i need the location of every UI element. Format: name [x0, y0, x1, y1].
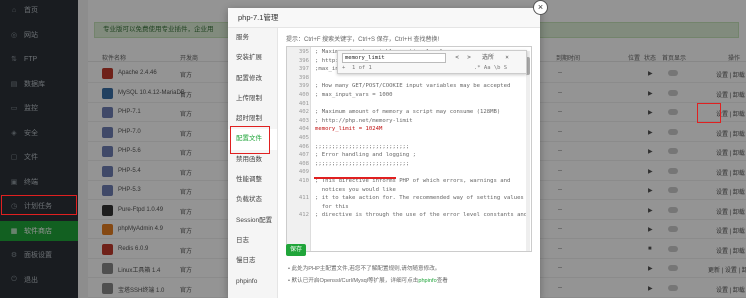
- line-gutter: 395 396 397 398 399 400 401 402 403 404 405 406 407 4…: [287, 47, 311, 251]
- php-manage-modal: php-7.1管理 服务 安装扩展 配置修改 上传限制 超时限制 配置文件 禁用函数 性能调整…: [228, 8, 540, 298]
- close-icon[interactable]: ×: [533, 0, 548, 15]
- modal-menu-item[interactable]: 慢日志: [228, 251, 277, 271]
- modal-menu-item[interactable]: 安装扩展: [228, 48, 277, 68]
- line-number: 398: [298, 74, 309, 81]
- note-1-text: 此处为PHP主配置文件,若您不了解配置规则,请勿随意修改。: [291, 266, 441, 272]
- line-number: 400: [298, 92, 309, 98]
- code-line[interactable]: ; This directive informs PHP of which er…: [315, 178, 510, 184]
- modal-body: 提示：Ctrl+F 搜索关键字，Ctrl+S 保存，Ctrl+H 查找替换! 3…: [286, 34, 532, 252]
- code-line[interactable]: ; Error handling and logging ;: [315, 152, 416, 158]
- replace-toggle-icon[interactable]: +: [342, 65, 345, 71]
- search-next-button[interactable]: >: [464, 53, 474, 63]
- modal-menu-item[interactable]: phpinfo: [228, 272, 277, 292]
- modal-menu-item[interactable]: 服务: [228, 28, 277, 48]
- search-options[interactable]: .* Aa \b S: [474, 65, 507, 71]
- annotation-underline: [314, 177, 396, 179]
- memory-limit-line[interactable]: memory_limit = 1024M: [315, 126, 382, 132]
- line-number: 396: [298, 57, 309, 64]
- search-prev-button[interactable]: <: [452, 53, 462, 63]
- line-number: 411: [298, 195, 309, 202]
- modal-menu-item[interactable]: 配置修改: [228, 69, 277, 89]
- modal-menu-item[interactable]: 负载状态: [228, 190, 277, 210]
- modal-menu-item[interactable]: 上传限制: [228, 89, 277, 109]
- note-2: • 默认已开启Openssl/Curl/Mysql等扩展，详细可点击phpinf…: [288, 278, 448, 284]
- code-line[interactable]: ; directive is through the use of the er…: [315, 212, 527, 218]
- line-number: 409: [298, 169, 309, 176]
- modal-menu-item[interactable]: Session配置: [228, 211, 277, 231]
- note-2-after: 查看: [436, 278, 448, 284]
- line-number: 397: [298, 66, 309, 73]
- save-button[interactable]: 保存: [286, 244, 306, 256]
- code-line[interactable]: notices you would like: [315, 187, 396, 193]
- code-line[interactable]: ; Maximum amount of memory a script may …: [315, 109, 500, 115]
- note-1: • 此处为PHP主配置文件,若您不了解配置规则,请勿随意修改。: [288, 266, 441, 272]
- annotation-box-settings: [697, 103, 721, 123]
- note-2-text: 默认已开启Openssl/Curl/Mysql等扩展，详细可点击: [291, 278, 419, 284]
- line-number: 405: [298, 135, 309, 141]
- code-line[interactable]: ; max_input_vars = 1000: [315, 92, 392, 98]
- line-number: 404: [298, 126, 309, 133]
- editor-hint: 提示：Ctrl+F 搜索关键字，Ctrl+S 保存，Ctrl+H 查找替换!: [286, 37, 440, 43]
- line-number: 402: [298, 109, 309, 116]
- modal-menu: 服务 安装扩展 配置修改 上传限制 超时限制 配置文件 禁用函数 性能调整 负载状态 Sessio…: [228, 28, 278, 298]
- editor-scrollbar[interactable]: [526, 51, 530, 251]
- search-count: 1 of 1: [352, 65, 372, 71]
- code-line[interactable]: ;;;;;;;;;;;;;;;;;;;;;;;;;;;;: [315, 144, 409, 150]
- code-line[interactable]: ; http://php.net/memory-limit: [315, 118, 413, 124]
- annotation-box-store: [1, 195, 77, 215]
- code-line[interactable]: ; it to take action for. The recommended…: [315, 195, 524, 201]
- config-editor[interactable]: 395 396 397 398 399 400 401 402 403 404 405 406 407 4…: [286, 46, 532, 252]
- modal-menu-item[interactable]: 性能调整: [228, 170, 277, 190]
- line-number: 406: [298, 143, 309, 150]
- line-number: 407: [298, 152, 309, 159]
- phpinfo-link[interactable]: phpinfo: [418, 278, 436, 284]
- line-number: 403: [298, 117, 309, 124]
- modal-title: php-7.1管理: [228, 8, 540, 28]
- line-number: 412: [298, 212, 309, 219]
- line-number: 408: [298, 160, 309, 167]
- code-line[interactable]: for this: [315, 204, 349, 210]
- search-select-all-button[interactable]: 选所: [477, 53, 499, 63]
- search-input[interactable]: memory_limit: [342, 53, 446, 63]
- line-number: 401: [298, 100, 309, 107]
- line-number: 410: [298, 178, 309, 184]
- code-line[interactable]: ;;;;;;;;;;;;;;;;;;;;;;;;;;;;: [315, 161, 409, 167]
- annotation-box-config-file: [230, 126, 270, 154]
- line-number: 399: [298, 83, 309, 90]
- search-panel: memory_limit < > 选所 × + 1 of 1 .* Aa \b …: [337, 50, 527, 74]
- search-close-button[interactable]: ×: [502, 53, 512, 63]
- code-line[interactable]: ; How many GET/POST/COOKIE input variabl…: [315, 83, 510, 89]
- line-number: 395: [298, 49, 309, 55]
- modal-menu-item[interactable]: 日志: [228, 231, 277, 251]
